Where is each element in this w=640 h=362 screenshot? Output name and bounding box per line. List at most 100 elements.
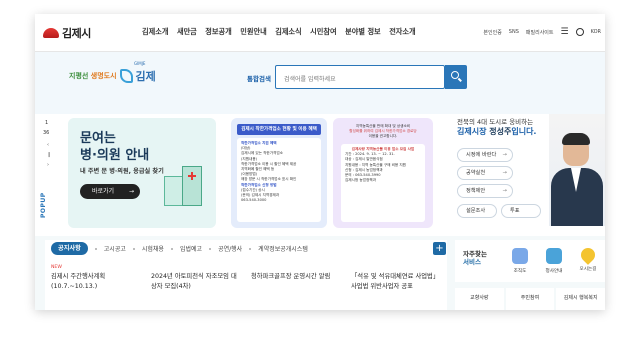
nav-item-field-info[interactable]: 분야별 정보 [345,27,381,37]
post-title: 청하파크골프장 운영시간 알림 [251,273,331,280]
tab-contracts[interactable]: 계약정보공개시스템 [258,244,308,253]
banner1-shortcut-button[interactable]: 바로가기 → [80,184,140,199]
popup-next-icon[interactable]: › [47,162,49,168]
family-site-dropdown[interactable]: 패밀리사이트 [526,29,554,36]
banner-local-produce[interactable]: 지역농특산물 판매 확대 및 상생소비 활성화를 위하여 김제시 착한가격업소 … [333,118,433,228]
mayor-link-petition[interactable]: 시정에 바란다 → [457,148,513,162]
main-nav: 김제소개 새만금 정보공개 민원안내 김제소식 시민참여 분야별 정보 전자소개 [142,27,424,37]
post-title: 「석유 및 석유대체연료 사업법」 사업법 위반사업자 공표 [351,273,440,290]
nav-item-participation[interactable]: 시민참여 [310,27,336,37]
service-label: 오시는길 [579,267,597,272]
logo-text: 김제시 [62,27,91,40]
popup-controls: 1 36 ‹ ❙ › POPUP [39,118,61,228]
integrated-search-label: 통합검색 [247,75,271,83]
banner3-card: 김제사랑 지역농산물 이용 업소 모집 사업 기간 : 2024. 9. 13.… [341,144,425,222]
popup-prev-icon[interactable]: ‹ [47,142,49,148]
mayor-link-vote[interactable]: 투표 [501,204,541,218]
brand-name-en: GIMJE [134,61,146,66]
org-chart-icon [512,248,528,264]
search-box [275,65,445,90]
medical-cross-icon [188,172,196,180]
mayor-heading-suffix: 입니다. [511,127,537,136]
mayor-bottom-links: 설문조사 투표 [457,204,541,218]
service-org-chart[interactable]: 조직도 [505,248,535,274]
mayor-hair [562,133,590,145]
popup-pause-icon[interactable]: ❙ [47,152,51,158]
nav-item-intro[interactable]: 김제소개 [142,27,168,37]
banner-open-hospitals[interactable]: 문여는 병·의원 안내 내 주변 문 병·의원, 응급실 찾기 바로가기 → [68,118,216,228]
banner1-title: 문여는 병·의원 안내 [80,130,149,164]
banner1-title-line2: 병·의원 안내 [80,148,150,163]
nav-item-digital[interactable]: 전자소개 [389,27,415,37]
slogan-left: 지평선 [69,72,89,80]
post-title: 2024년 아토피천식 자조모임 대상자 모집(4차) [151,273,237,290]
tab-notice[interactable]: 공지사항 [51,242,88,255]
quick-link-welfare[interactable]: 김제시 행복복지 [556,288,605,310]
building-icon [546,248,562,264]
quick-link-participation[interactable]: 주민참여 [505,288,555,310]
services-title-line1: 자주찾는 [463,250,487,258]
tab-legislation[interactable]: 입법예고 [180,244,202,253]
quick-link-hometown[interactable]: 교향사랑 [455,288,504,310]
banner3-intro-line: 이용을 권고합니다. [368,134,398,138]
tab-announcement[interactable]: 고시공고 [104,244,126,253]
arrow-right-icon: → [502,152,507,158]
site-header: 김제시 김제소개 새만금 정보공개 민원안내 김제소식 시민참여 분야별 정보 … [35,14,605,52]
banner1-title-line1: 문여는 [80,131,116,146]
language-selector[interactable]: KOR [591,29,601,35]
hamburger-menu-icon[interactable]: ☰ [561,27,569,37]
mayor-heading: 김제시장 정성주입니다. [457,126,536,137]
mayor-link-proposal[interactable]: 정책제안 → [457,184,513,198]
service-label: 청사안내 [545,269,563,274]
search-button[interactable] [445,65,467,89]
tab-separator [170,247,173,250]
post-title: 김제시 주간행사계획 (10.7.~10.13.) [51,273,106,290]
banner2-body: 착한가격업소 지원 혜택 (대상) 김제시에 있는 착한가격업소 (지원내용) … [237,138,321,222]
nav-item-news[interactable]: 김제소식 [275,27,301,37]
mayor-link-pledge[interactable]: 공약실천 → [457,166,513,180]
mayor-link-survey[interactable]: 설문조사 [457,204,497,218]
frequent-services: 자주찾는 서비스 조직도 청사안내 오시는길 [455,240,605,282]
brand-name: 김제 [135,70,156,83]
service-directions[interactable]: 오시는길 [573,245,603,272]
tab-events[interactable]: 공연/행사 [218,244,242,253]
banner-good-price-stores[interactable]: 김제시 착한가격업소 현황 및 이용 혜택 착한가격업소 지원 혜택 (대상) … [231,118,327,228]
mayor-links: 시정에 바란다 → 공약실천 → 정책제안 → [457,148,513,198]
auth-link[interactable]: 본인인증 [483,29,501,36]
banner1-subtitle: 내 주변 문 병·의원, 응급실 찾기 [80,168,164,175]
tab-recruitment[interactable]: 시험채용 [142,244,164,253]
lower-section: 공지사항 고시공고 시험채용 입법예고 공연/행사 계약정보공개시스템 + NE… [35,236,605,310]
more-plus-icon[interactable]: + [433,242,446,255]
mayor-link-label: 시정에 바란다 [466,152,497,158]
mayor-link-label: 정책제안 [466,188,486,194]
nav-item-civil[interactable]: 민원안내 [240,27,266,37]
mayor-photo [549,114,605,226]
brand-mark-icon [119,69,133,83]
sns-dropdown[interactable]: SNS [509,29,519,35]
new-badge: NEW [51,265,62,270]
site-logo[interactable]: 김제시 [43,25,91,41]
service-building-guide[interactable]: 청사안내 [539,248,569,274]
banner2-title: 김제시 착한가격업소 현황 및 이용 혜택 [237,124,321,135]
mayor-title: 김제시장 [457,127,487,136]
search-hero: 지평선 생명도시 김제 GIMJE 통합검색 [35,52,605,114]
search-input[interactable] [276,69,426,90]
arrow-right-icon: → [502,170,507,176]
brand-slogan: 지평선 생명도시 [69,71,117,81]
tab-separator [249,247,252,250]
map-pin-icon [578,245,598,265]
notice-board: 공지사항 고시공고 시험채용 입법예고 공연/행사 계약정보공개시스템 + NE… [45,240,447,310]
mayor-link-label: 투표 [510,208,520,214]
tab-separator [94,247,97,250]
arrow-right-icon: → [128,188,134,195]
nav-item-info[interactable]: 정보공개 [205,27,231,37]
nav-item-saemangeum[interactable]: 새만금 [177,27,197,37]
notice-tabs: 공지사항 고시공고 시험채용 입법예고 공연/행사 계약정보공개시스템 [51,242,308,255]
hospital-illustration-icon [164,166,204,206]
mayor-tagline: 전북의 4대 도시로 웅비하는 [457,118,534,126]
logo-emblem-icon [43,28,59,38]
mayor-link-label: 공약실천 [466,170,486,176]
tab-separator [209,247,212,250]
arrow-right-icon: → [502,188,507,194]
search-icon[interactable] [575,28,584,36]
